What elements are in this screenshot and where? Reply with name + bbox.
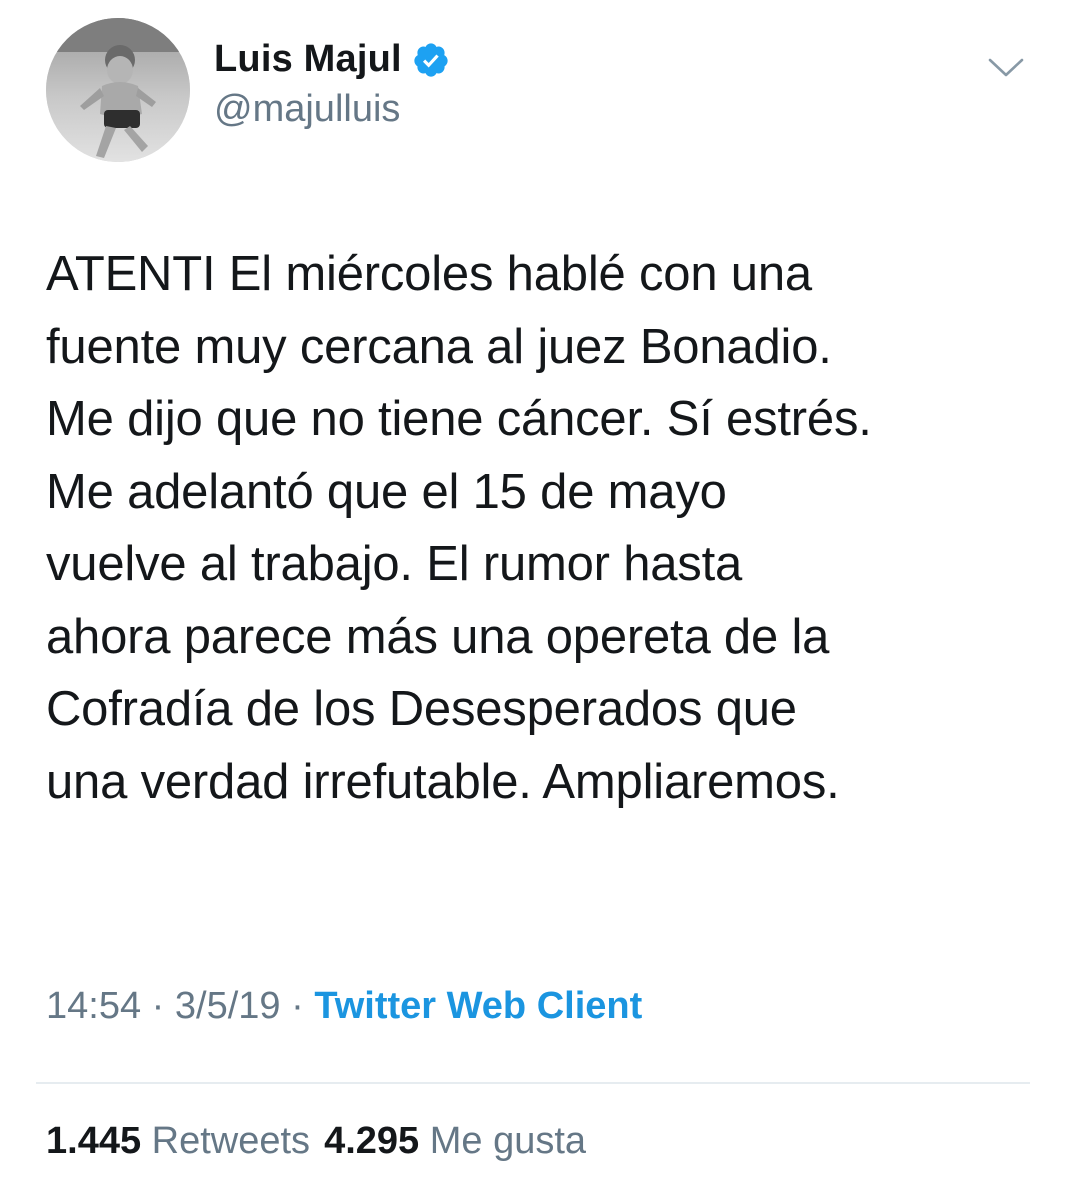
display-name[interactable]: Luis Majul [214, 38, 402, 81]
author-name-row[interactable]: Luis Majul [214, 38, 450, 81]
retweets-label: Retweets [151, 1120, 311, 1162]
user-handle[interactable]: @majulluis [214, 88, 400, 131]
meta-separator: · [141, 985, 175, 1027]
verified-badge-icon [412, 41, 450, 79]
tweet-text-line: ATENTI El miércoles hablé con una [46, 247, 812, 301]
tweet-time[interactable]: 14:54 [46, 985, 141, 1027]
likes-stat[interactable]: 4.295 Me gusta [324, 1120, 586, 1162]
tweet-meta: 14:54 · 3/5/19 · Twitter Web Client [46, 985, 642, 1028]
avatar[interactable] [46, 18, 190, 162]
likes-count: 4.295 [324, 1120, 420, 1162]
tweet-source-link[interactable]: Twitter Web Client [314, 985, 642, 1027]
tweet-date[interactable]: 3/5/19 [175, 985, 281, 1027]
tweet-text-line: Me adelantó que el 15 de mayo [46, 464, 727, 519]
tweet-text-line: vuelve al trabajo. El rumor hasta [46, 537, 743, 591]
tweet-card: Luis Majul @majulluis ATENTI El miércole… [0, 0, 1066, 1200]
meta-separator: · [280, 985, 315, 1027]
tweet-text-line: Me dijo que no tiene cáncer. Sí estrés. [46, 392, 872, 446]
profile-photo [46, 18, 190, 162]
chevron-down-icon[interactable] [986, 56, 1026, 80]
tweet-text-line: ahora parece más una opereta de la [46, 609, 830, 664]
tweet-text-line: Cofradía de los Desesperados que [46, 682, 797, 736]
likes-label: Me gusta [429, 1120, 587, 1162]
retweets-stat[interactable]: 1.445 Retweets [46, 1120, 310, 1162]
tweet-text-line: una verdad irrefutable. Ampliaremos. [46, 754, 840, 809]
tweet-text: ATENTI El miércoles hablé con una fuente… [46, 238, 1036, 818]
divider [36, 1082, 1030, 1084]
tweet-text-line: fuente muy cercana al juez Bonadio. [46, 319, 832, 374]
tweet-stats: 1.445 Retweets 4.295 Me gusta [46, 1120, 586, 1163]
retweets-count: 1.445 [46, 1120, 142, 1162]
